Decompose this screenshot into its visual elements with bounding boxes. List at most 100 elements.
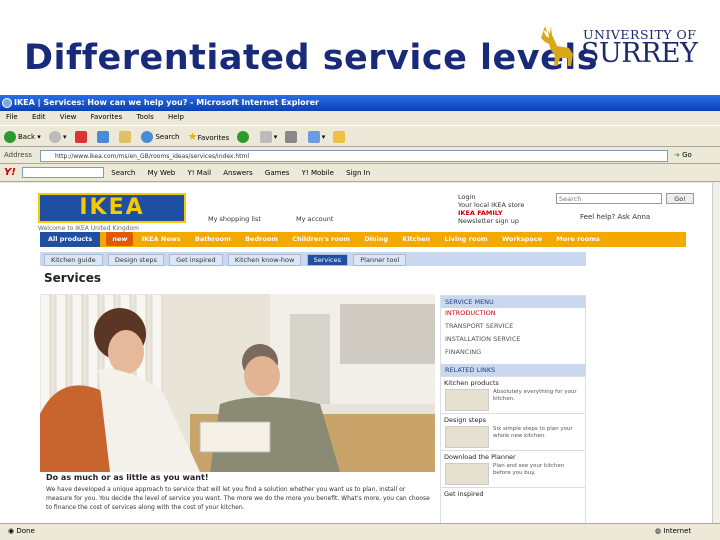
back-button[interactable]: Back ▾	[4, 130, 41, 143]
side-panel: SERVICE MENU INTRODUCTION TRANSPORT SERV…	[440, 295, 586, 531]
local-store-link[interactable]: Your local IKEA store	[458, 201, 524, 209]
menu-favorites[interactable]: Favorites	[91, 113, 123, 121]
menu-bar: File Edit View Favorites Tools Help	[0, 111, 720, 125]
tab-kitchen-know-how[interactable]: Kitchen know-how	[227, 254, 302, 266]
nav-childrens-room[interactable]: Children's room	[286, 232, 356, 246]
menu-view[interactable]: View	[60, 113, 77, 121]
tab-planner-tool[interactable]: Planner tool	[353, 254, 407, 266]
sub-tabs: Kitchen guide Design steps Get inspired …	[40, 252, 586, 266]
menu-help[interactable]: Help	[168, 113, 184, 121]
search-icon	[141, 130, 154, 143]
home-icon	[119, 130, 132, 143]
nav-bedroom[interactable]: Bedroom	[239, 232, 284, 246]
related-text: Six simple steps to plan your whole new …	[493, 426, 573, 439]
service-menu-heading: SERVICE MENU	[441, 296, 585, 308]
stop-button[interactable]	[74, 130, 89, 143]
yahoo-mail[interactable]: Y! Mail	[187, 169, 211, 177]
kitchen-photo	[40, 294, 435, 472]
services-caption: Do as much or as little as you want!	[46, 473, 209, 482]
ikea-logo[interactable]: IKEA	[38, 193, 186, 223]
yahoo-mobile[interactable]: Y! Mobile	[302, 169, 334, 177]
tab-design-steps[interactable]: Design steps	[107, 254, 164, 266]
ask-anna-link[interactable]: Feel help? Ask Anna	[580, 213, 650, 221]
favorites-button[interactable]: ★Favorites	[188, 130, 230, 143]
mail-button[interactable]: ▾	[259, 130, 277, 143]
nav-living-room[interactable]: Living room	[438, 232, 493, 246]
nav-more-rooms[interactable]: More rooms	[550, 232, 606, 246]
ikea-family-link[interactable]: IKEA FAMILY	[458, 209, 503, 217]
menu-edit[interactable]: Edit	[32, 113, 46, 121]
my-account-link[interactable]: My account	[296, 215, 333, 223]
nav-bathroom[interactable]: Bathroom	[189, 232, 237, 246]
newsletter-link[interactable]: Newsletter sign up	[458, 217, 519, 225]
address-input[interactable]: http://www.ikea.com/ms/en_GB/rooms_ideas…	[40, 150, 668, 162]
ie-page-icon: ◉	[8, 527, 15, 535]
yahoo-logo[interactable]: Y!	[4, 167, 16, 178]
refresh-icon	[96, 130, 109, 143]
service-menu-financing[interactable]: FINANCING	[441, 347, 585, 360]
welcome-text: Welcome to IKEA United Kingdom	[38, 225, 139, 232]
folder-icon	[333, 130, 346, 143]
address-label: Address	[4, 151, 32, 159]
go-arrow-icon: ➔	[674, 151, 680, 159]
services-body-text: We have developed a unique approach to s…	[46, 486, 430, 511]
search-button[interactable]: Search	[141, 130, 180, 143]
edit-button[interactable]: ▾	[307, 130, 325, 143]
nav-dining[interactable]: Dining	[358, 232, 394, 246]
menu-tools[interactable]: Tools	[136, 113, 153, 121]
page-heading: Services	[44, 271, 102, 285]
vertical-scrollbar[interactable]	[712, 183, 720, 523]
yahoo-sign-in[interactable]: Sign In	[346, 169, 370, 177]
related-download-planner[interactable]: Download the Planner Plan and see your k…	[441, 450, 585, 487]
tab-get-inspired[interactable]: Get inspired	[169, 254, 223, 266]
status-text: Done	[16, 527, 35, 535]
related-design-steps[interactable]: Design steps Six simple steps to plan yo…	[441, 413, 585, 450]
related-links-heading: RELATED LINKS	[441, 364, 585, 376]
yahoo-search[interactable]: Search	[111, 169, 135, 177]
nav-all-products[interactable]: All products	[40, 232, 101, 247]
forward-arrow-icon	[48, 130, 61, 143]
related-title: Design steps	[444, 416, 486, 424]
yahoo-answers[interactable]: Answers	[223, 169, 252, 177]
tab-kitchen-guide[interactable]: Kitchen guide	[44, 254, 103, 266]
nav-kitchen[interactable]: Kitchen	[396, 232, 436, 246]
refresh-button[interactable]	[96, 130, 111, 143]
related-title: Get inspired	[444, 490, 484, 498]
forward-button[interactable]: ▾	[48, 130, 67, 143]
site-search-button[interactable]: Go!	[666, 193, 694, 204]
globe-icon: ◍	[655, 527, 662, 535]
media-icon	[237, 130, 250, 143]
folder-button[interactable]	[333, 130, 347, 143]
related-kitchen-products[interactable]: Kitchen products Absolutely everything f…	[441, 376, 585, 413]
shopping-list-link[interactable]: My shopping list	[208, 215, 261, 223]
login-link[interactable]: Login	[458, 193, 476, 201]
related-title: Download the Planner	[444, 453, 516, 461]
service-menu-transport[interactable]: TRANSPORT SERVICE	[441, 321, 585, 334]
service-menu-introduction[interactable]: INTRODUCTION	[441, 308, 585, 321]
nav-workspace[interactable]: Workspace	[496, 232, 548, 246]
nav-ikea-news[interactable]: IKEA News	[136, 232, 187, 246]
related-text: Plan and see your kitchen before you buy…	[493, 463, 565, 476]
menu-file[interactable]: File	[6, 113, 18, 121]
yahoo-search-input[interactable]	[22, 167, 105, 178]
home-button[interactable]	[119, 130, 133, 143]
print-button[interactable]	[285, 130, 299, 143]
yahoo-toolbar: Y! Search My Web Y! Mail Answers Games Y…	[0, 164, 720, 182]
yahoo-my-web[interactable]: My Web	[148, 169, 176, 177]
stag-icon	[541, 26, 573, 66]
design-steps-thumbnail	[445, 426, 489, 448]
go-button[interactable]: ➔ Go	[674, 151, 692, 159]
media-button[interactable]	[237, 130, 251, 143]
university-logo: UNIVERSITY OF SURREY	[535, 22, 715, 74]
ie-icon	[2, 98, 12, 108]
address-bar: Address http://www.ikea.com/ms/en_GB/roo…	[0, 148, 720, 164]
tab-services[interactable]: Services	[306, 254, 348, 266]
print-icon	[285, 130, 298, 143]
related-get-inspired[interactable]: Get inspired	[441, 487, 585, 507]
new-badge: new	[106, 232, 134, 246]
browser-toolbar: Back ▾ ▾ Search ★Favorites ▾ ▾	[0, 125, 720, 147]
service-menu-installation[interactable]: INSTALLATION SERVICE	[441, 334, 585, 347]
yahoo-games[interactable]: Games	[265, 169, 290, 177]
site-search-input[interactable]: Search	[556, 193, 662, 204]
window-titlebar: IKEA | Services: How can we help you? - …	[0, 95, 720, 111]
